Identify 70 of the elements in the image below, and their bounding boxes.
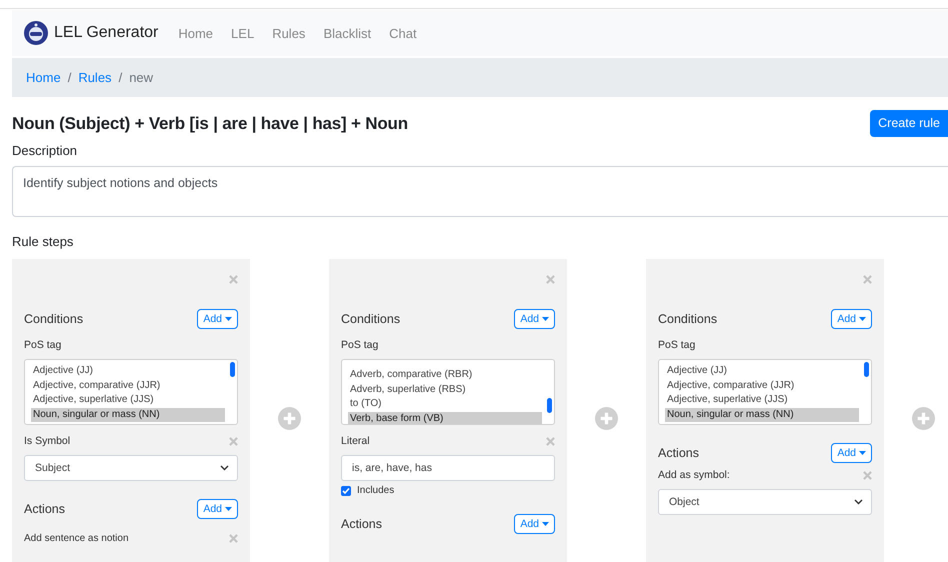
brand-name[interactable]: LEL Generator bbox=[54, 24, 158, 42]
close-icon[interactable] bbox=[863, 275, 872, 284]
close-icon[interactable] bbox=[229, 436, 238, 446]
add-dropdown-button[interactable]: Add bbox=[514, 514, 555, 534]
checkbox[interactable] bbox=[341, 486, 351, 496]
list-option[interactable]: Adjective, superlative (JJS) bbox=[665, 393, 859, 408]
field-label: PoS tag bbox=[658, 339, 696, 351]
chevron-down-icon bbox=[220, 465, 229, 471]
close-icon[interactable] bbox=[546, 436, 555, 446]
add-dropdown-button[interactable]: Add bbox=[831, 443, 872, 463]
checkbox-label: Includes bbox=[357, 485, 394, 496]
field-label: Add as symbol: bbox=[658, 469, 730, 481]
field-label: Literal bbox=[341, 435, 370, 447]
robot-logo-icon bbox=[24, 21, 48, 45]
field-label: PoS tag bbox=[341, 339, 378, 351]
add-step-icon[interactable] bbox=[912, 407, 935, 430]
close-icon[interactable] bbox=[863, 470, 872, 480]
list-option[interactable]: to (TO) bbox=[348, 397, 542, 412]
section-label: Rule steps bbox=[12, 234, 74, 249]
add-dropdown-button[interactable]: Add bbox=[514, 309, 555, 329]
section-heading: Conditions bbox=[658, 312, 718, 326]
section-heading: Actions bbox=[658, 446, 699, 460]
close-icon[interactable] bbox=[546, 275, 555, 284]
list-option[interactable]: Adjective (JJ) bbox=[31, 364, 225, 378]
scrollbar-thumb[interactable] bbox=[547, 398, 552, 413]
list-option[interactable]: Adjective (JJ) bbox=[665, 364, 859, 378]
list-option[interactable]: Adjective, superlative (JJS) bbox=[31, 393, 225, 408]
breadcrumb-separator: / bbox=[118, 70, 122, 85]
field-label: PoS tag bbox=[24, 339, 62, 351]
list-option[interactable]: Noun, singular or mass (NN) bbox=[665, 408, 859, 422]
description-field[interactable]: Identify subject notions and objects bbox=[12, 166, 948, 217]
add-step-icon[interactable] bbox=[595, 407, 618, 430]
close-icon[interactable] bbox=[229, 275, 238, 284]
caret-icon bbox=[225, 507, 232, 511]
rule-title: Noun (Subject) + Verb [is | are | have | has] + Noun bbox=[12, 114, 408, 134]
listbox[interactable]: Adverb, comparative (RBR) Adverb, superlative (RBS) to (TO) Verb, base form (VB) bbox=[341, 359, 555, 425]
section-heading: Actions bbox=[24, 502, 65, 516]
caret-icon bbox=[859, 317, 866, 321]
scrollbar-thumb[interactable] bbox=[864, 362, 869, 377]
add-dropdown-button[interactable]: Add bbox=[197, 499, 238, 519]
select-field[interactable]: Subject bbox=[24, 455, 238, 481]
scrollbar-thumb[interactable] bbox=[230, 362, 235, 377]
caret-icon bbox=[225, 317, 232, 321]
add-dropdown-button[interactable]: Add bbox=[831, 309, 872, 329]
section-heading: Conditions bbox=[24, 312, 84, 326]
caret-icon bbox=[542, 522, 549, 526]
select-field[interactable]: Object bbox=[658, 489, 872, 515]
description-label: Description bbox=[12, 143, 78, 158]
action-label: Add sentence as notion bbox=[24, 533, 129, 544]
list-option[interactable]: Noun, singular or mass (NN) bbox=[31, 408, 225, 422]
list-option[interactable]: Verb, base form (VB) bbox=[348, 412, 542, 424]
input-field[interactable]: is, are, have, has bbox=[341, 455, 555, 481]
section-heading: Conditions bbox=[341, 312, 400, 326]
breadcrumb-separator: / bbox=[68, 70, 72, 85]
list-option[interactable]: Adverb, superlative (RBS) bbox=[348, 382, 542, 397]
list-option[interactable]: Adjective, comparative (JJR) bbox=[665, 378, 859, 393]
list-option[interactable]: Adjective, comparative (JJR) bbox=[31, 378, 225, 393]
list-option[interactable]: Adverb, comparative (RBR) bbox=[348, 368, 542, 382]
breadcrumb-current: new bbox=[129, 70, 154, 85]
add-step-icon[interactable] bbox=[278, 407, 301, 430]
section-heading: Actions bbox=[341, 517, 382, 531]
caret-icon bbox=[859, 451, 866, 455]
add-dropdown-button[interactable]: Add bbox=[197, 309, 238, 329]
caret-icon bbox=[542, 317, 549, 321]
field-label: Is Symbol bbox=[24, 435, 70, 447]
listbox[interactable]: Adjective (JJ) Adjective, comparative (JJR) Adjective, superlative (JJS) Noun, singular or mass (NN) bbox=[658, 359, 872, 425]
chevron-down-icon bbox=[854, 499, 863, 505]
listbox[interactable]: Adjective (JJ) Adjective, comparative (JJR) Adjective, superlative (JJS) Noun, singular or mass (NN) bbox=[24, 359, 238, 425]
close-icon[interactable] bbox=[229, 534, 238, 543]
create-rule-button[interactable]: Create rule bbox=[870, 110, 948, 137]
